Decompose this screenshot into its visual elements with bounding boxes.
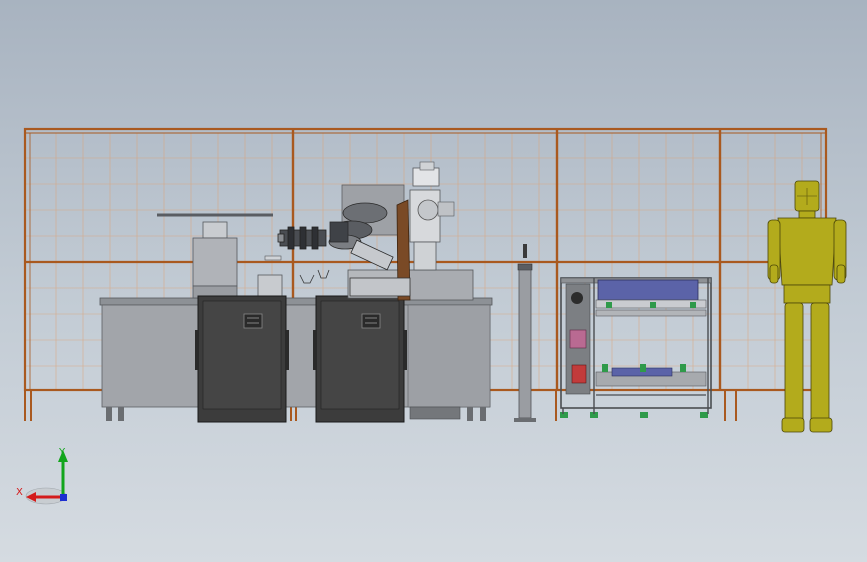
axis-triad: Y X bbox=[16, 447, 68, 505]
machine-cabinet-left bbox=[195, 295, 289, 423]
tool-turret bbox=[328, 202, 394, 271]
work-table bbox=[99, 297, 493, 421]
light-tower bbox=[514, 244, 536, 422]
y-axis-label: Y bbox=[58, 447, 66, 458]
cad-viewport[interactable]: Y X bbox=[0, 0, 867, 562]
industrial-robot bbox=[277, 161, 474, 301]
spindle-fixture bbox=[157, 213, 283, 299]
machine-cabinet-right bbox=[313, 295, 407, 423]
drill-head bbox=[277, 226, 327, 250]
human-mannequin bbox=[767, 180, 847, 433]
z-axis-marker bbox=[60, 494, 67, 501]
x-axis-label: X bbox=[16, 487, 23, 498]
tooling-rack bbox=[560, 277, 712, 418]
